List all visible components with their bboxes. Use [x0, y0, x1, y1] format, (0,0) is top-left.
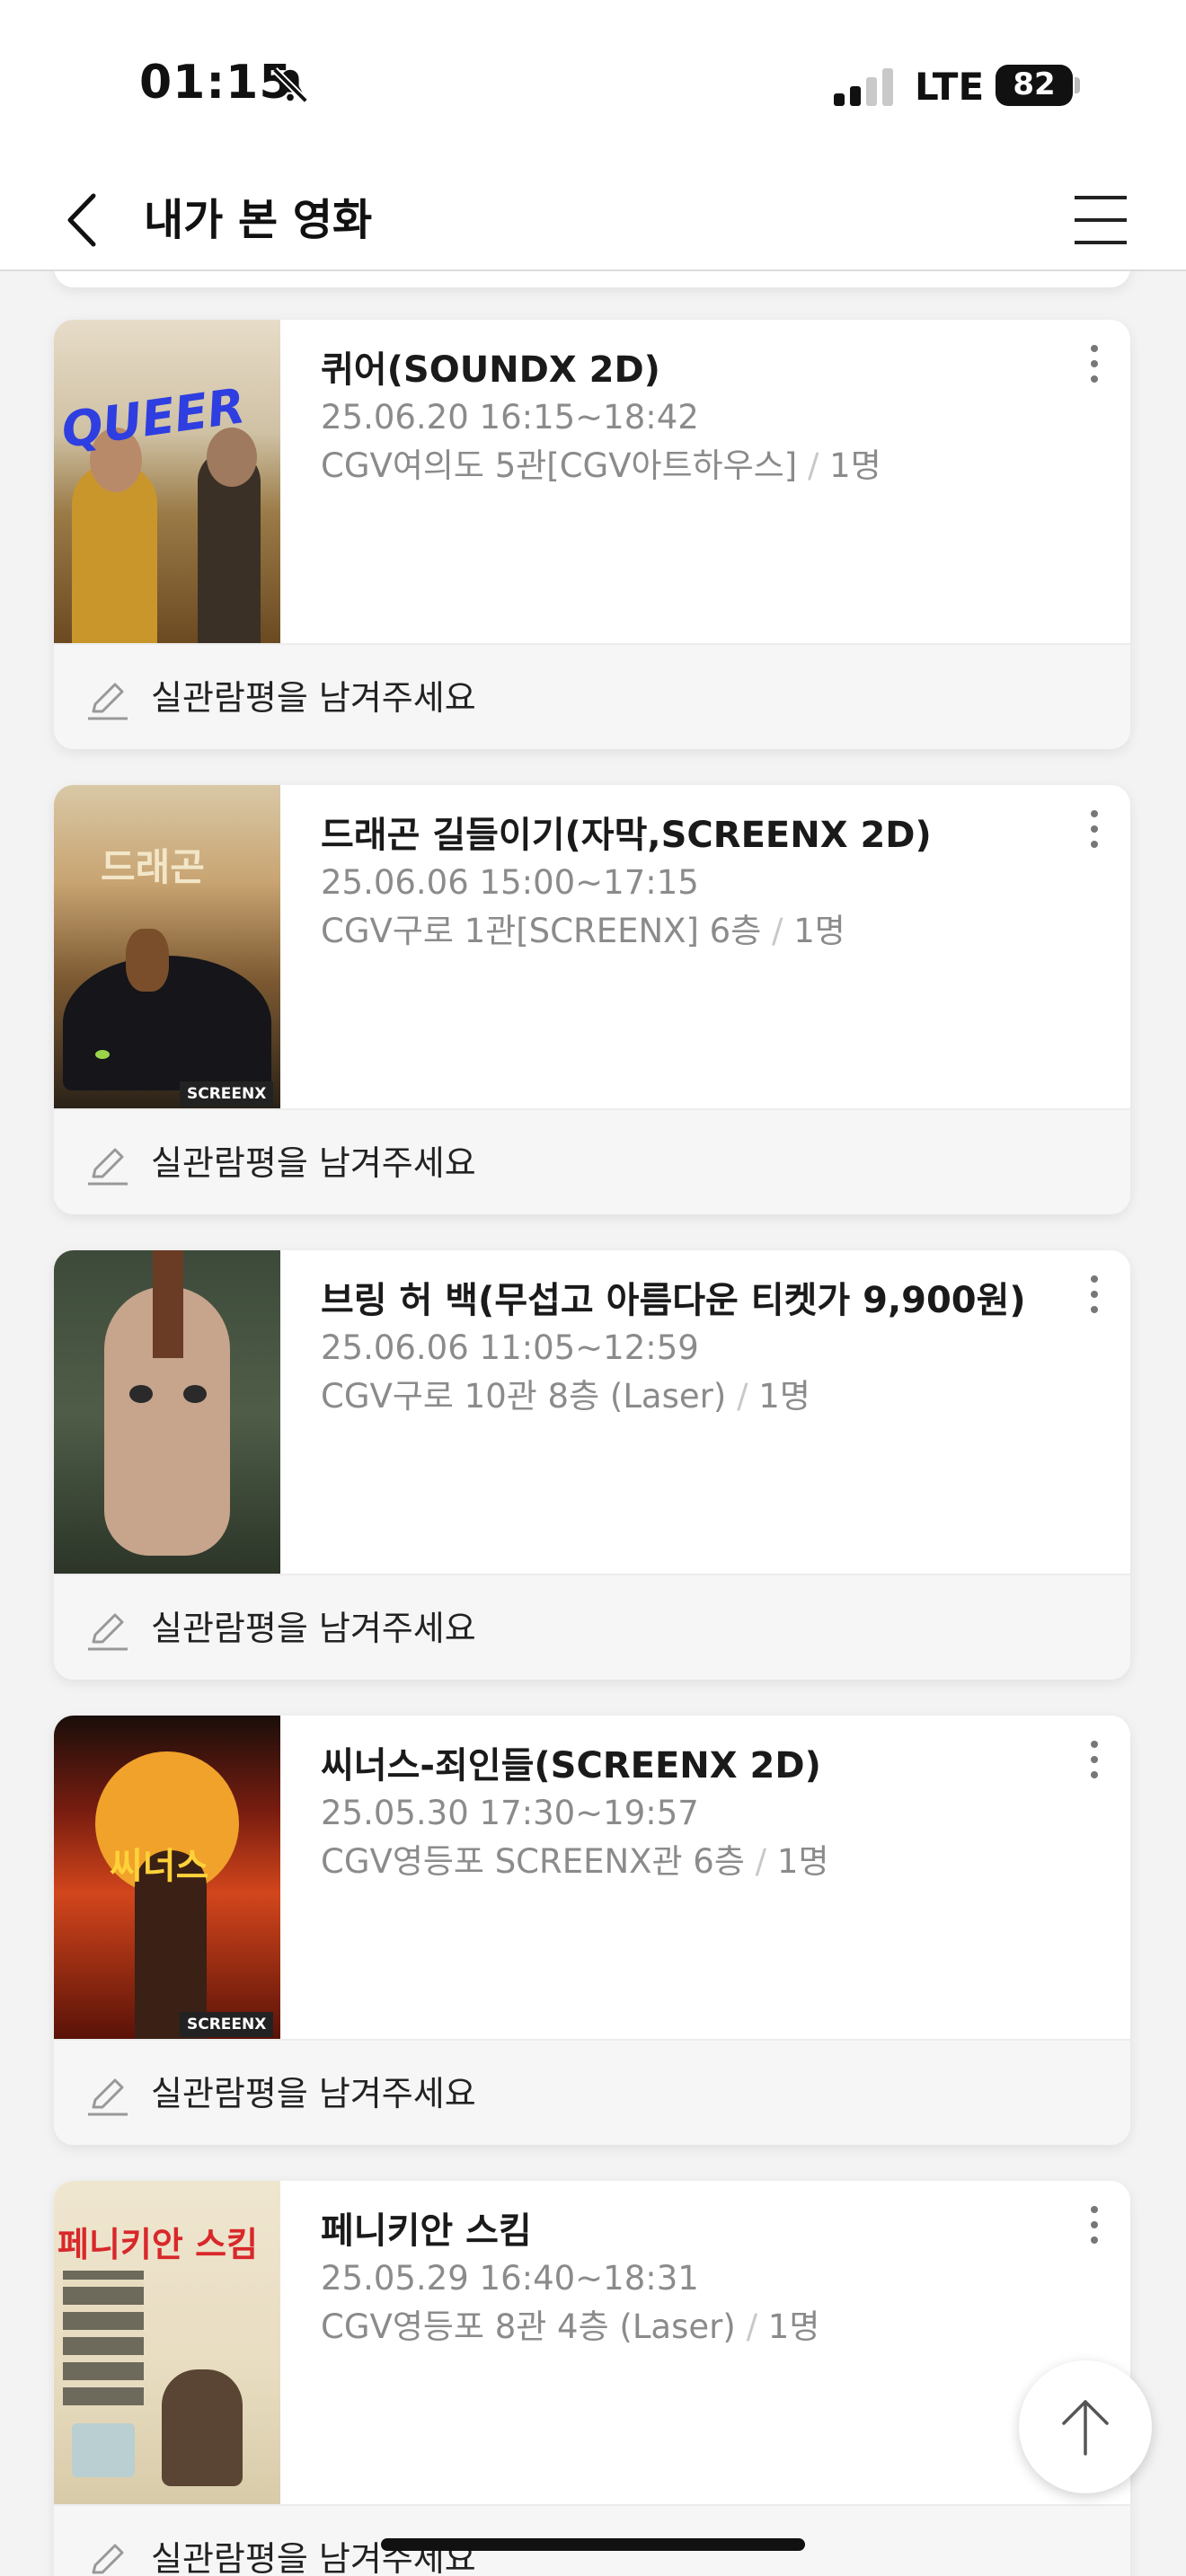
more-options-icon[interactable]: [1085, 810, 1103, 855]
ticket-count: 1명: [793, 912, 845, 950]
movie-theater: CGV영등포 8관 4층 (Laser): [321, 2307, 736, 2346]
scroll-top-button[interactable]: [1019, 2360, 1152, 2493]
movie-theater-line: CGV영등포 SCREENX관 6층 / 1명: [321, 1838, 1058, 1886]
write-review-button[interactable]: 실관람평을 남겨주세요: [54, 643, 1130, 749]
page-title: 내가 본 영화: [144, 195, 373, 245]
movie-theater: CGV구로 10관 8층 (Laser): [321, 1377, 727, 1416]
separator: /: [772, 912, 783, 950]
movie-datetime: 25.05.30 17:30~19:57: [321, 1794, 699, 1832]
more-options-icon[interactable]: [1085, 345, 1103, 390]
movie-theater-line: CGV구로 10관 8층 (Laser) / 1명: [321, 1372, 1058, 1421]
movie-datetime: 25.06.20 16:15~18:42: [321, 398, 699, 437]
movie-title: 씨너스-죄인들(SCREENX 2D): [321, 1745, 821, 1786]
signal-icon: [834, 68, 893, 106]
movie-card-partial[interactable]: [54, 271, 1130, 287]
separator: /: [737, 1377, 748, 1416]
app-header: 내가 본 영화: [0, 171, 1186, 271]
movie-card[interactable]: 드래곤 SCREENX 드래곤 길들이기(자막,SCREENX 2D) 25.0…: [54, 785, 1130, 1214]
movie-datetime: 25.06.06 15:00~17:15: [321, 863, 699, 902]
bell-slash-icon: [272, 67, 308, 103]
movie-card[interactable]: 씨너스 SCREENX 씨너스-죄인들(SCREENX 2D) 25.05.30…: [54, 1716, 1130, 2145]
review-prompt: 실관람평을 남겨주세요: [151, 1609, 476, 1648]
more-options-icon[interactable]: [1085, 1741, 1103, 1786]
write-review-button[interactable]: 실관람평을 남겨주세요: [54, 1108, 1130, 1214]
ticket-count: 1명: [776, 1842, 829, 1881]
pencil-icon: [88, 683, 128, 720]
movie-card[interactable]: QUEER 퀴어(SOUNDX 2D) 25.06.20 16:15~18:42…: [54, 320, 1130, 749]
movie-title: 퀴어(SOUNDX 2D): [321, 349, 660, 391]
movie-theater: CGV영등포 SCREENX관 6층: [321, 1842, 745, 1881]
separator: /: [807, 446, 819, 485]
poster-badge: SCREENX: [180, 2012, 274, 2037]
movie-card[interactable]: 브링 허 백(무섭고 아름다운 티켓가 9,900원) 25.06.06 11:…: [54, 1250, 1130, 1680]
review-prompt: 실관람평을 남겨주세요: [151, 1143, 476, 1183]
more-options-icon[interactable]: [1085, 2206, 1103, 2251]
poster-badge: SCREENX: [180, 1081, 274, 1107]
movie-datetime: 25.06.06 11:05~12:59: [321, 1328, 699, 1367]
review-prompt: 실관람평을 남겨주세요: [151, 678, 476, 718]
separator: /: [746, 2307, 758, 2346]
ticket-count: 1명: [767, 2307, 820, 2346]
status-bar: 01:15 LTE 82: [0, 0, 1186, 171]
movie-theater-line: CGV여의도 5관[CGV아트하우스] / 1명: [321, 442, 1058, 490]
battery-icon: 82: [996, 65, 1080, 106]
movie-theater: CGV여의도 5관[CGV아트하우스]: [321, 446, 798, 485]
separator: /: [755, 1842, 767, 1881]
chevron-left-icon[interactable]: [54, 189, 117, 251]
movie-poster[interactable]: 씨너스 SCREENX: [54, 1716, 280, 2039]
movie-title: 브링 허 백(무섭고 아름다운 티켓가 9,900원): [321, 1280, 1026, 1321]
movie-theater: CGV구로 1관[SCREENX] 6층: [321, 912, 762, 950]
pencil-icon: [92, 2544, 124, 2574]
ticket-count: 1명: [758, 1377, 810, 1416]
battery-percent: 82: [1013, 66, 1056, 102]
movie-poster[interactable]: 드래곤 SCREENX: [54, 785, 280, 1108]
movie-poster[interactable]: 페니키안 스킴: [54, 2181, 280, 2504]
movie-title: 페니키안 스킴: [321, 2210, 532, 2252]
movie-poster[interactable]: QUEER: [54, 320, 280, 643]
network-label: LTE: [915, 65, 985, 109]
poster-title: 페니키안 스킴: [58, 2225, 258, 2264]
poster-title: 드래곤: [101, 845, 205, 889]
more-options-icon[interactable]: [1085, 1275, 1103, 1320]
movie-theater-line: CGV구로 1관[SCREENX] 6층 / 1명: [321, 907, 1058, 956]
movie-title: 드래곤 길들이기(자막,SCREENX 2D): [321, 815, 932, 856]
movie-theater-line: CGV영등포 8관 4층 (Laser) / 1명: [321, 2303, 1058, 2351]
review-prompt: 실관람평을 남겨주세요: [151, 2074, 476, 2113]
pencil-icon: [88, 1613, 128, 1651]
pencil-icon: [88, 1148, 128, 1186]
home-indicator[interactable]: [381, 2538, 805, 2551]
movie-datetime: 25.05.29 16:40~18:31: [321, 2259, 699, 2298]
write-review-button[interactable]: 실관람평을 남겨주세요: [54, 2039, 1130, 2145]
write-review-button[interactable]: 실관람평을 남겨주세요: [54, 1574, 1130, 1680]
arrow-up-icon: [1062, 2400, 1109, 2456]
movie-list: QUEER 퀴어(SOUNDX 2D) 25.06.20 16:15~18:42…: [0, 271, 1186, 2576]
movie-card[interactable]: 페니키안 스킴 페니키안 스킴 25.05.29 16:40~18:31 CGV…: [54, 2181, 1130, 2576]
hamburger-menu-icon[interactable]: [1069, 190, 1132, 250]
poster-title: 씨너스: [110, 1846, 209, 1887]
ticket-count: 1명: [829, 446, 881, 485]
pencil-icon: [88, 2078, 128, 2116]
movie-poster[interactable]: [54, 1250, 280, 1574]
